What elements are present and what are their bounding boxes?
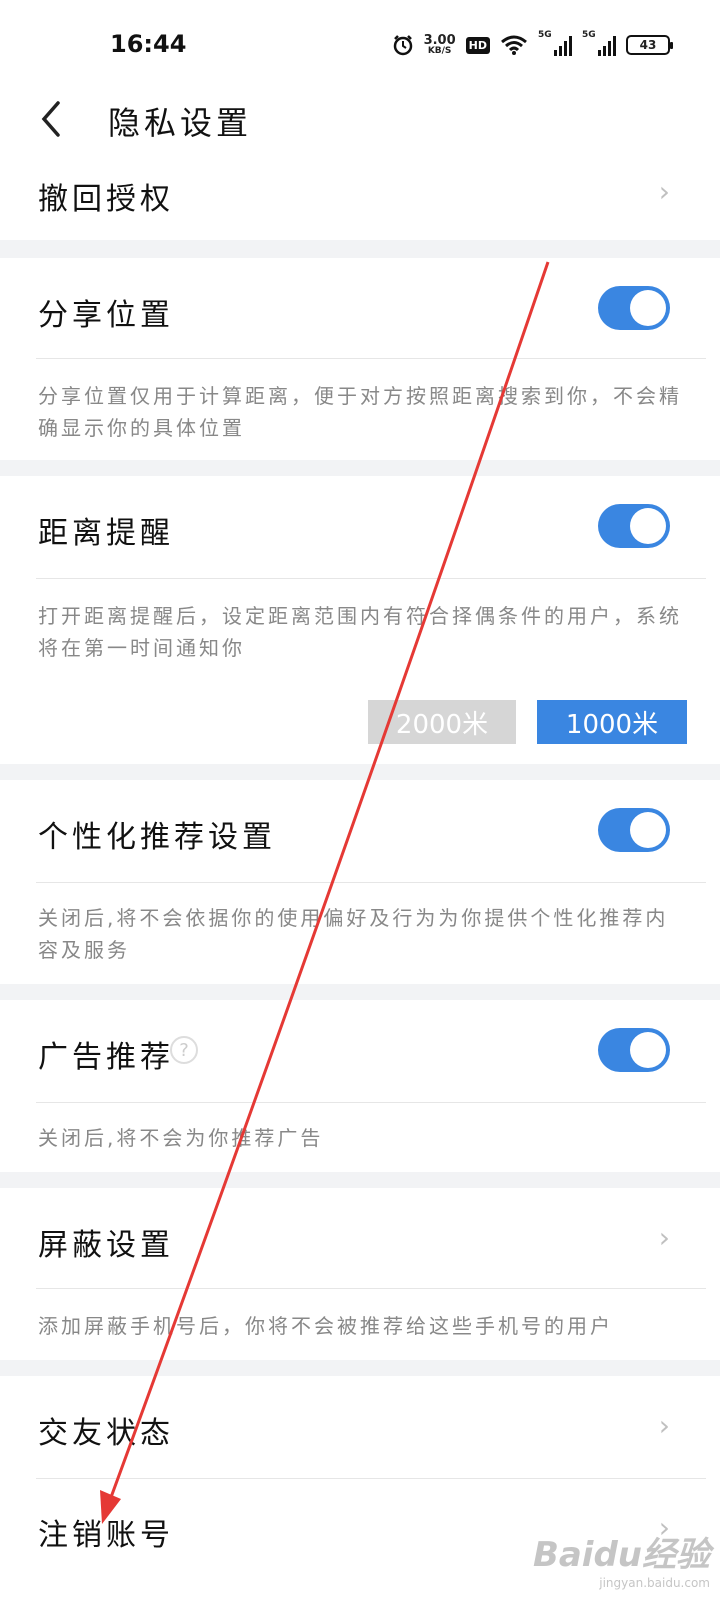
ads-description: 关闭后,将不会为你推荐广告	[38, 1126, 324, 1150]
page-title: 隐私设置	[108, 104, 253, 142]
hd-badge: HD	[465, 36, 490, 54]
delete-account-title: 注销账号	[38, 1518, 174, 1553]
distance-reminder-description: 打开距离提醒后，设定距离范围内有符合择偶条件的用户，系统 将在第一时间通知你	[38, 604, 682, 660]
chevron-right-icon: ›	[658, 175, 670, 208]
toggle-knob	[630, 508, 666, 544]
help-icon[interactable]: ?	[170, 1036, 198, 1064]
friend-status-title: 交友状态	[38, 1416, 174, 1451]
divider	[36, 1102, 706, 1103]
divider	[36, 1288, 706, 1289]
row-friend-status[interactable]: 交友状态 ›	[0, 1376, 720, 1476]
divider	[36, 578, 706, 579]
sim2-tag: 5G	[582, 30, 596, 40]
alarm-icon	[393, 35, 412, 56]
net-speed-unit: KB/S	[427, 46, 452, 56]
toggle-knob	[630, 290, 666, 326]
row-revoke-authorization[interactable]: 撤回授权 ›	[0, 150, 720, 240]
chevron-left-icon	[41, 101, 60, 137]
block-settings-title[interactable]: 屏蔽设置	[38, 1220, 174, 1264]
watermark: Baidu经验 jingyan.baidu.com	[533, 1527, 710, 1590]
wifi-icon	[501, 35, 527, 55]
personalized-description: 关闭后,将不会依据你的使用偏好及行为为你提供个性化推荐内容及服务	[38, 906, 669, 962]
net-speed: 3.00 KB/S	[424, 34, 456, 56]
chevron-right-icon: ›	[658, 1409, 670, 1442]
header: 隐私设置	[0, 90, 720, 150]
status-time: 16:44	[110, 30, 187, 58]
battery-icon: 43	[626, 35, 673, 55]
section-ad-recommendation: 广告推荐 ? 关闭后,将不会为你推荐广告	[0, 1000, 720, 1172]
ads-title: 广告推荐	[38, 1040, 174, 1075]
section-personalized-recommendation: 个性化推荐设置 关闭后,将不会依据你的使用偏好及行为为你提供个性化推荐内容及服务	[0, 780, 720, 984]
distance-option-2000[interactable]: 2000米	[368, 700, 516, 744]
status-icons: 3.00 KB/S HD 5G 5G 43	[392, 30, 673, 60]
battery-level: 43	[639, 38, 657, 52]
back-button[interactable]	[30, 94, 70, 144]
chevron-right-icon[interactable]: ›	[659, 1224, 670, 1252]
section-share-location: 分享位置 分享位置仅用于计算距离，便于对方按照距离搜索到你，不会精 确显示你的具…	[0, 258, 720, 460]
toggle-knob	[630, 1032, 666, 1068]
distance-reminder-title: 距离提醒	[38, 516, 174, 551]
personalized-title: 个性化推荐设置	[38, 820, 276, 855]
row-title: 撤回授权	[38, 182, 174, 217]
watermark-url: jingyan.baidu.com	[599, 1576, 710, 1590]
watermark-brand: Baidu经验	[532, 1535, 710, 1575]
divider	[36, 1478, 706, 1479]
block-settings-description: 添加屏蔽手机号后，你将不会被推荐给这些手机号的用户	[38, 1314, 613, 1338]
section-block-settings: 屏蔽设置 › 添加屏蔽手机号后，你将不会被推荐给这些手机号的用户	[0, 1188, 720, 1360]
personalized-toggle[interactable]	[598, 808, 670, 852]
signal-icon-sim2: 5G	[582, 30, 616, 56]
ads-toggle[interactable]	[598, 1028, 670, 1072]
divider	[36, 882, 706, 883]
divider	[36, 358, 706, 359]
signal-icon-sim1: 5G	[538, 30, 572, 56]
sim1-tag: 5G	[538, 30, 552, 40]
share-location-toggle[interactable]	[598, 286, 670, 330]
status-bar: 16:44 3.00 KB/S HD 5G 5G 43	[0, 0, 720, 90]
toggle-knob	[630, 812, 666, 848]
distance-option-1000-selected[interactable]: 1000米	[537, 700, 687, 744]
distance-reminder-toggle[interactable]	[598, 504, 670, 548]
share-location-title: 分享位置	[38, 298, 174, 333]
share-location-description: 分享位置仅用于计算距离，便于对方按照距离搜索到你，不会精 确显示你的具体位置	[38, 384, 682, 440]
